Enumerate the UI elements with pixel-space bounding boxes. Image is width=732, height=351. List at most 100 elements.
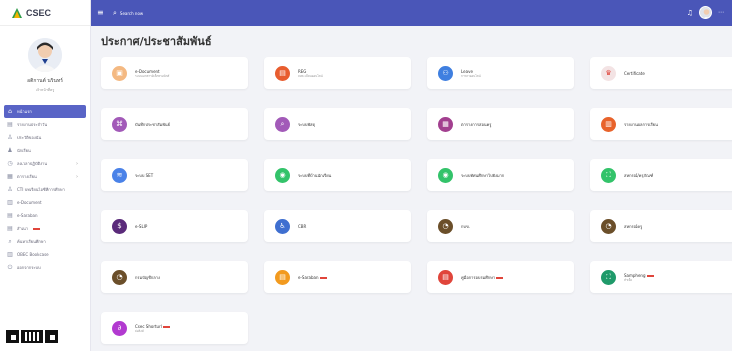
sidebar-item-label: ประวัติของฉัน <box>17 135 42 140</box>
more-options-icon[interactable]: ⋯ <box>718 9 724 16</box>
app-card-subtitle: การลาออนไลน์ <box>461 73 481 78</box>
avatar-image <box>28 38 62 72</box>
app-card[interactable]: ▤ คู่มือการอบรมศึกษา <box>427 261 574 293</box>
report-icon: ▤ <box>7 120 13 128</box>
app-card-label: e-Saraban <box>298 274 319 280</box>
app-card[interactable]: ⌕ ระบบพัสดุ <box>264 108 411 140</box>
brand[interactable]: CSEC <box>0 0 90 26</box>
app-card-text: e-SLIP <box>135 224 147 229</box>
avatar[interactable] <box>28 38 62 72</box>
app-card-label: e-Document <box>135 68 160 74</box>
app-card[interactable]: ◉ ระบบทัศนศึกษาไปยังมาก <box>427 159 574 191</box>
app-card[interactable]: ▦ ตารางการสอนครู <box>427 108 574 140</box>
app-card[interactable]: ≋ ระบบ SET <box>101 159 248 191</box>
sidebar-item[interactable]: ⌕ ค้นหาเรียนศึกษา <box>0 235 90 248</box>
app-card[interactable]: ▤ REG ลงทะเบียนออนไลน์ <box>264 57 411 89</box>
app-card[interactable]: ▣ e-Document ระบบเอกสารอิเล็กทรอนิกส์ <box>101 57 248 89</box>
search-icon[interactable]: ⌕ <box>113 9 117 18</box>
bell-icon[interactable]: ♫ <box>687 9 693 17</box>
sidebar-item-label: นักเรียน <box>17 148 31 153</box>
app-card-label: กบข. <box>461 223 470 229</box>
app-card[interactable]: ◉ ระบบที่บ้านนักเรียน <box>264 159 411 191</box>
app-card-text: CBR <box>298 224 306 229</box>
app-card-text: กรมบัญชีกลาง <box>135 275 160 280</box>
sidebar: CSEC อติกานต์ นรินทร์ เจ้าหน้าที่ครู ⌂ หน… <box>0 0 91 351</box>
app-card-label: ตารางการสอนครู <box>461 121 492 127</box>
app-icon: ◔ <box>438 218 453 234</box>
app-icon: ◉ <box>275 167 290 183</box>
user-name: อติกานต์ นรินทร์ <box>27 78 63 84</box>
user-role: เจ้าหน้าที่ครู <box>35 88 55 92</box>
app-card[interactable]: ◔ สหกรณ์ครู <box>590 210 732 242</box>
app-card-subtitle: ระบบเอกสารอิเล็กทรอนิกส์ <box>135 73 170 78</box>
app-card-text: ระบบพัสดุ <box>298 122 315 127</box>
app-icon: ◉ <box>438 167 453 183</box>
sidebar-item[interactable]: ▦ ตารางเรียน › <box>0 170 90 183</box>
sidebar-item[interactable]: ▥ e-Document <box>0 196 90 209</box>
sidebar-item[interactable]: ⌂ หน้าแรก <box>4 105 86 118</box>
sidebar-item-label: e-Document <box>17 200 42 205</box>
sidebar-item[interactable]: ▤ e-Saraban <box>0 209 90 222</box>
topbar: ≡ ⌕ ♫ ⋯ <box>91 0 732 26</box>
app-card-subtitle: ลงทะเบียนออนไลน์ <box>298 73 323 78</box>
app-card-label: สหกรณ์/ครุภัณฑ์ <box>624 172 654 178</box>
document-icon: ▥ <box>7 198 13 206</box>
app-card[interactable]: ⌘ บันทึกประชาสัมพันธ์ <box>101 108 248 140</box>
app-icon: ▦ <box>438 116 453 132</box>
qr-data <box>21 330 43 343</box>
new-badge <box>646 274 654 277</box>
app-card[interactable]: ⛶ Sampheng สำเพ็ง <box>590 261 732 293</box>
sidebar-item[interactable]: ♙ ประวัติของฉัน <box>0 131 90 144</box>
app-card-text: คู่มือการอบรมศึกษา <box>461 275 504 280</box>
app-card[interactable]: ♛ Certificate <box>590 57 732 89</box>
app-card-text: ระบบทัศนศึกษาไปยังมาก <box>461 173 504 178</box>
app-icon: ≋ <box>112 167 127 183</box>
app-card-text: รายงานผลการเรียน <box>624 122 658 127</box>
app-card-label: CBR <box>298 223 307 229</box>
app-card-label: Leave <box>461 68 473 74</box>
app-icon: ⌕ <box>275 116 290 132</box>
app-card-label: ระบบ SET <box>135 172 154 178</box>
app-card[interactable]: ⛶ สหกรณ์/ครุภัณฑ์ <box>590 159 732 191</box>
app-icon: $ <box>112 218 127 234</box>
app-card-text: Leave การลาออนไลน์ <box>461 69 481 78</box>
search-input[interactable] <box>119 10 180 16</box>
chevron-right-icon: › <box>76 160 78 167</box>
app-card[interactable]: ▥ รายงานผลการเรียน <box>590 108 732 140</box>
app-card[interactable]: ▤ e-Saraban <box>264 261 411 293</box>
app-card[interactable]: ♿ CBR <box>264 210 411 242</box>
app-card[interactable]: ◔ กบข. <box>427 210 574 242</box>
app-icon: ∂ <box>112 320 127 336</box>
brand-name: CSEC <box>26 7 52 18</box>
sidebar-item[interactable]: ◷ ลงเวลาปฏิบัติงาน › <box>0 157 90 170</box>
app-card[interactable]: $ e-SLIP <box>101 210 248 242</box>
topbar-avatar[interactable] <box>699 6 712 19</box>
sidebar-item[interactable]: ⏻ ออกจากระบบ <box>0 261 90 274</box>
app-card-label: Certificate <box>624 70 645 76</box>
app-card-label: ระบบที่บ้านนักเรียน <box>298 172 332 178</box>
hamburger-menu-icon[interactable]: ≡ <box>97 9 105 17</box>
chevron-right-icon: › <box>76 173 78 180</box>
new-badge <box>496 276 504 279</box>
new-badge <box>162 325 170 328</box>
sidebar-item[interactable]: ▤ รายงานประจำวัน <box>0 118 90 131</box>
app-card[interactable]: ◔ กรมบัญชีกลาง <box>101 261 248 293</box>
search-icon: ⌕ <box>8 237 12 245</box>
qr-finder-right <box>45 330 58 343</box>
app-card[interactable]: ⚇ Leave การลาออนไลน์ <box>427 57 574 89</box>
app-card[interactable]: ∂ Csec Shorturl ย่อลิงค์ <box>101 312 248 344</box>
sidebar-item[interactable]: ♟ นักเรียน <box>0 144 90 157</box>
sidebar-item[interactable]: ♙ CTI บทเรียนไอซีทีการศึกษา <box>0 183 90 196</box>
app-card-label: Csec Shorturl <box>135 323 162 329</box>
app-icon: ▤ <box>275 269 290 285</box>
app-icon: ▣ <box>112 65 127 81</box>
app-icon: ⛶ <box>601 167 616 183</box>
app-card-text: Csec Shorturl ย่อลิงค์ <box>135 324 170 333</box>
app-icon: ◔ <box>601 218 616 234</box>
topbar-avatar-image <box>700 7 711 18</box>
sidebar-item-label: ลงเวลาปฏิบัติงาน <box>17 161 48 166</box>
sidebar-item-label: ตารางเรียน <box>17 174 37 179</box>
sidebar-item[interactable]: ▤ สำเนา <box>0 222 90 235</box>
logout-icon: ⏻ <box>7 263 13 271</box>
sidebar-item[interactable]: ▥ OBEC Bookcase <box>0 248 90 261</box>
